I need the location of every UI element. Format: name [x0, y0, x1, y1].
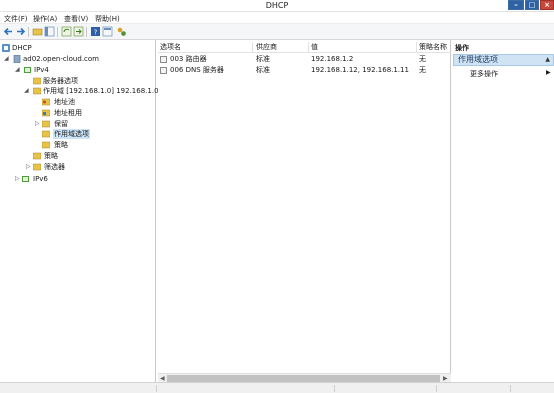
menu-help[interactable]: 帮助(H)	[95, 14, 120, 24]
column-vendor[interactable]: 供应商	[254, 42, 309, 53]
server-icon	[13, 55, 21, 63]
column-option-name[interactable]: 选项名	[158, 42, 253, 53]
back-icon[interactable]	[3, 26, 14, 37]
svg-text:?: ?	[94, 29, 98, 37]
expand-icon[interactable]: ▷	[15, 175, 20, 182]
options-list: 选项名 供应商 值 策略名称 003 路由器 标准 192.168.1.2 无 …	[158, 40, 451, 382]
close-button[interactable]: ×	[540, 0, 554, 10]
option-icon	[160, 67, 167, 74]
collapse-icon[interactable]: ◢	[24, 87, 29, 94]
collapse-caret-icon[interactable]: ▲	[545, 55, 550, 65]
actions-section-scope-options[interactable]: 作用域选项 ▲	[453, 54, 554, 66]
forward-icon[interactable]	[15, 26, 26, 37]
submenu-arrow-icon: ▶	[546, 69, 551, 76]
table-row[interactable]: 006 DNS 服务器 标准 192.168.1.12, 192.168.1.1…	[158, 65, 451, 76]
address-leases-icon	[42, 109, 50, 117]
address-pool-icon	[42, 98, 50, 106]
tree-node-scope-options[interactable]: 作用域选项	[42, 129, 142, 139]
option-value: 192.168.1.12, 192.168.1.11	[311, 66, 409, 74]
option-policy: 无	[419, 66, 426, 74]
reservations-icon	[42, 120, 50, 128]
tree-node-filters[interactable]: ▷ 筛选器	[26, 162, 126, 172]
tree-node-ipv4[interactable]: ◢ IPv4	[15, 65, 155, 75]
tree-node-scope[interactable]: ◢ 作用域 [192.168.1.0] 192.168.1.0/24	[24, 86, 170, 96]
expand-icon[interactable]: ▷	[26, 163, 31, 170]
dhcp-icon	[2, 44, 10, 52]
tree-node-server[interactable]: ◢ ad02.open-cloud.com	[4, 54, 154, 64]
policies-icon	[42, 141, 50, 149]
option-icon	[160, 56, 167, 63]
minimize-button[interactable]: –	[508, 0, 524, 10]
console-tree: DHCP ◢ ad02.open-cloud.com ◢ IPv4 服务器选项 …	[0, 40, 170, 382]
menu-view[interactable]: 查看(V)	[64, 14, 88, 24]
folder-icon	[33, 77, 41, 85]
title-bar: DHCP – □ ×	[0, 0, 554, 12]
filters-icon	[33, 163, 41, 171]
menu-file[interactable]: 文件(F)	[4, 14, 28, 24]
actions-header: 操作	[455, 44, 469, 52]
menu-bar: 文件(F) 操作(A) 查看(V) 帮助(H)	[0, 12, 554, 24]
option-policy: 无	[419, 55, 426, 63]
policies-icon	[33, 152, 41, 160]
option-vendor: 标准	[256, 66, 270, 74]
maximize-button[interactable]: □	[525, 0, 539, 10]
list-header: 选项名 供应商 值 策略名称	[158, 42, 451, 53]
refresh-icon[interactable]	[61, 26, 72, 37]
window-title: DHCP	[265, 1, 289, 10]
status-bar	[0, 382, 554, 393]
tree-node-scope-policies[interactable]: 策略	[42, 140, 142, 150]
scope-folder-icon	[33, 87, 41, 95]
column-policy-name[interactable]: 策略名称	[417, 42, 451, 53]
option-name: 003 路由器	[170, 55, 207, 63]
view-icon[interactable]	[102, 26, 113, 37]
menu-action[interactable]: 操作(A)	[33, 14, 57, 24]
option-value: 192.168.1.2	[311, 55, 354, 63]
tree-node-policies[interactable]: 策略	[33, 151, 133, 161]
collapse-icon[interactable]: ◢	[15, 66, 20, 73]
scope-options-icon	[42, 130, 50, 138]
actions-section-label: 作用域选项	[458, 55, 498, 64]
expand-icon[interactable]: ▷	[35, 120, 40, 127]
tree-node-ipv6[interactable]: ▷ IPv6	[15, 174, 115, 184]
minimize-icon: –	[514, 1, 518, 9]
table-row[interactable]: 003 路由器 标准 192.168.1.2 无	[158, 54, 451, 65]
tree-node-server-options[interactable]: 服务器选项	[33, 76, 153, 86]
option-name: 006 DNS 服务器	[170, 66, 224, 74]
collapse-icon[interactable]: ◢	[4, 55, 9, 62]
toolbar: ?	[0, 24, 554, 40]
actions-pane: 操作 作用域选项 ▲ 更多操作 ▶	[453, 40, 554, 382]
tree-node-address-pool[interactable]: 地址池	[42, 97, 142, 107]
help-icon[interactable]: ?	[90, 26, 101, 37]
maximize-icon: □	[528, 1, 536, 9]
tree-node-reservations[interactable]: ▷ 保留	[35, 119, 135, 129]
folder-icon[interactable]	[32, 26, 43, 37]
scroll-thumb[interactable]	[167, 375, 440, 382]
ipv4-icon	[24, 67, 31, 73]
ipv6-icon	[22, 176, 29, 182]
tree-node-address-leases[interactable]: 地址租用	[42, 108, 142, 118]
console-tree-icon[interactable]	[44, 26, 55, 37]
column-value[interactable]: 值	[309, 42, 417, 53]
more-actions-item[interactable]: 更多操作	[470, 69, 498, 79]
option-vendor: 标准	[256, 55, 270, 63]
close-icon: ×	[544, 1, 550, 9]
export-icon[interactable]	[73, 26, 84, 37]
horizontal-scrollbar[interactable]: ◀ ▶	[158, 373, 451, 382]
tree-node-dhcp[interactable]: DHCP	[2, 43, 152, 53]
network-icon[interactable]	[116, 26, 127, 37]
